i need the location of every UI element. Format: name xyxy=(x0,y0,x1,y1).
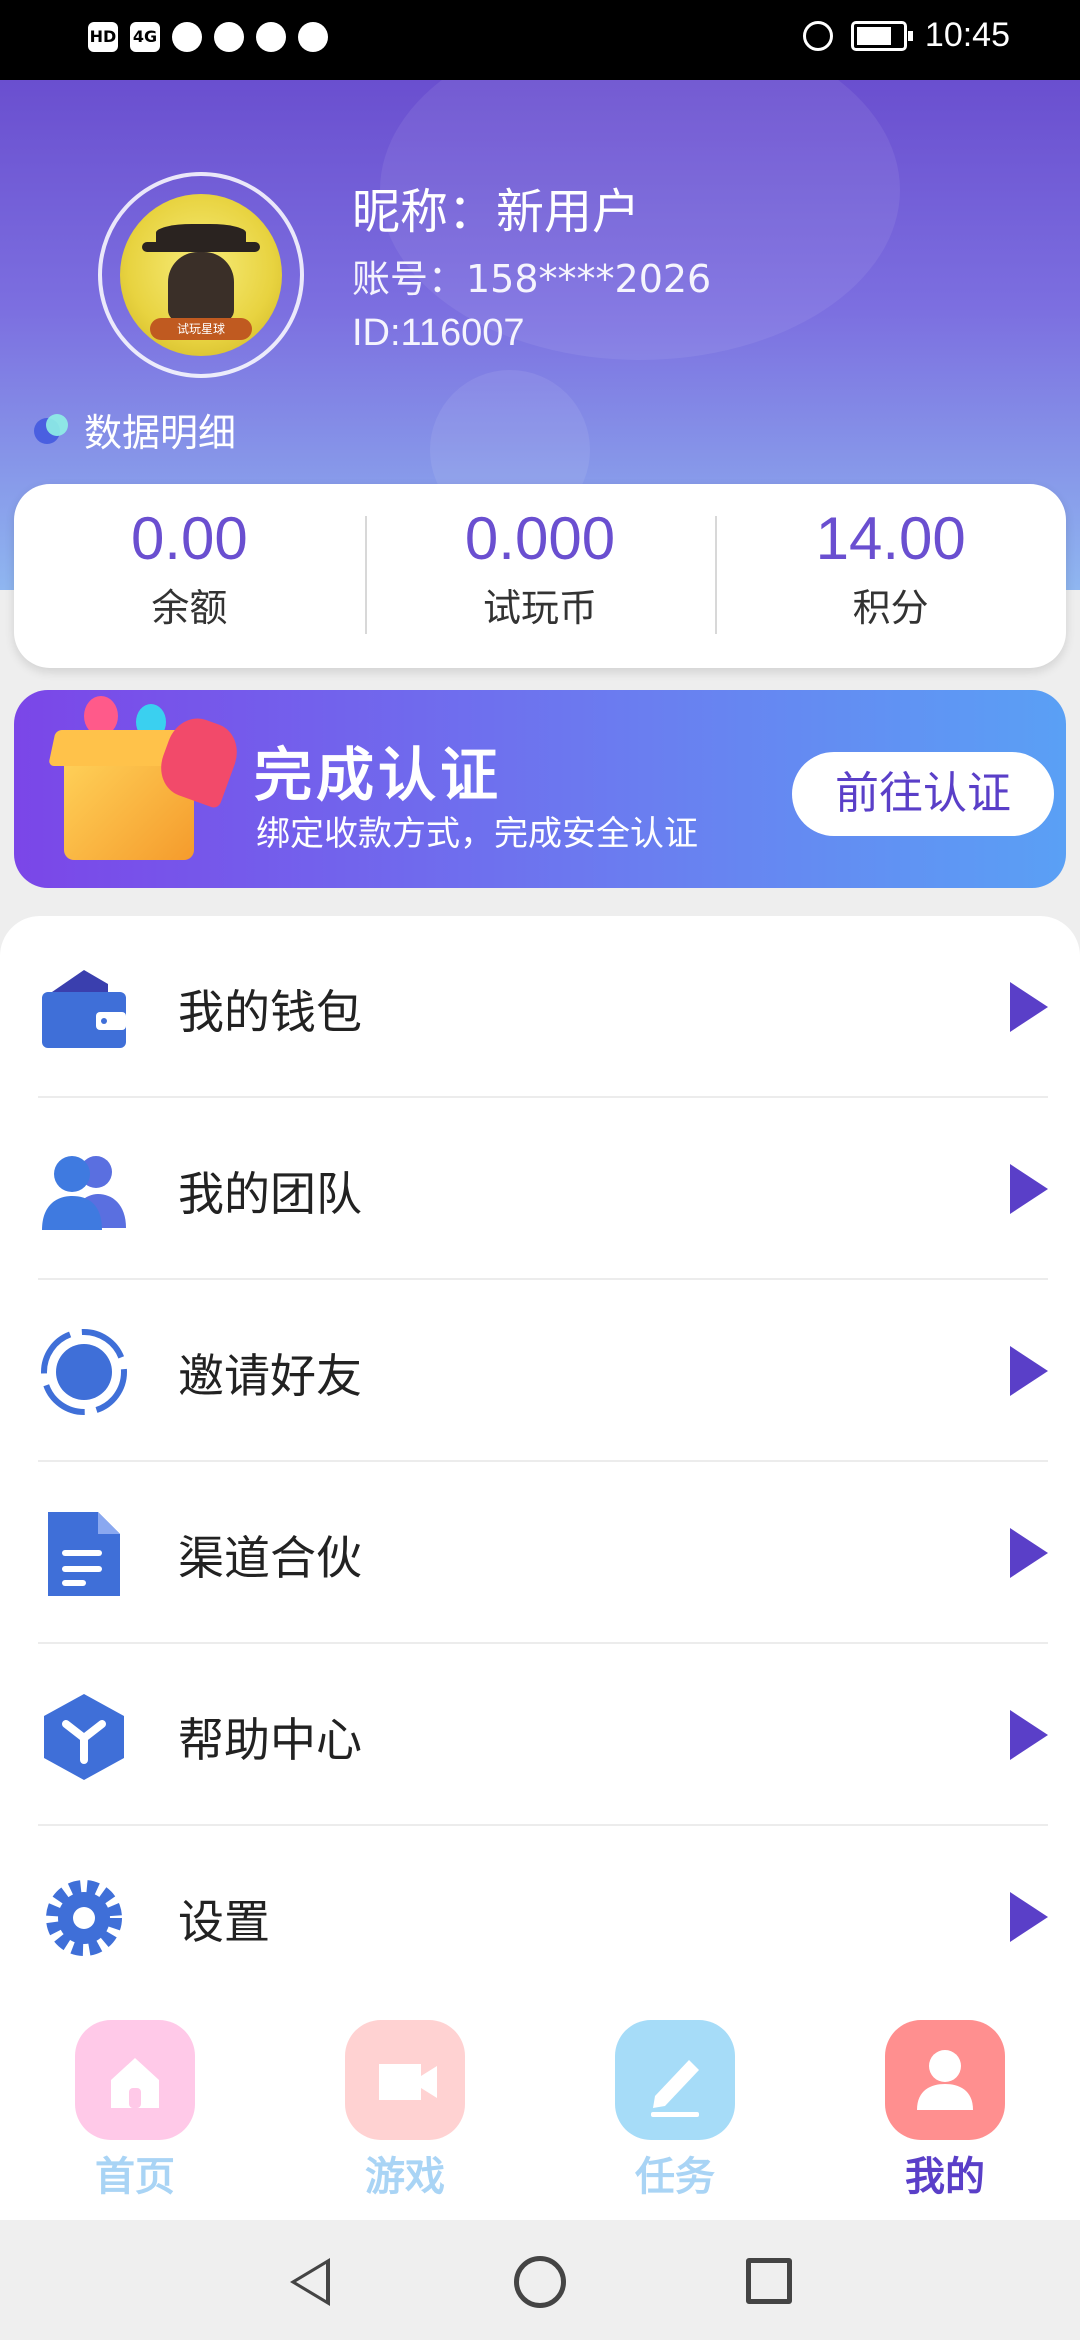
document-icon xyxy=(48,1512,120,1596)
data-detail-link[interactable]: 数据明细 xyxy=(30,402,236,457)
tab-label: 首页 xyxy=(95,2154,175,2200)
qq-icon xyxy=(214,22,244,52)
tab-label: 游戏 xyxy=(365,2154,445,2200)
menu-label: 邀请好友 xyxy=(178,1349,362,1403)
menu-list: 我的钱包 我的团队 邀请好友 渠道合伙 帮助中心 设置 xyxy=(0,916,1080,2006)
chevron-right-icon xyxy=(1010,1710,1048,1760)
home-circle-icon[interactable] xyxy=(514,2256,566,2308)
avatar-logo-text: 试玩星球 xyxy=(150,318,252,340)
chevron-right-icon xyxy=(1010,1346,1048,1396)
message-icon xyxy=(298,22,328,52)
gear-icon xyxy=(46,1880,122,1956)
menu-label: 帮助中心 xyxy=(178,1713,362,1767)
banner-title: 完成认证 xyxy=(254,741,503,809)
menu-item-help-center[interactable]: 帮助中心 xyxy=(0,1644,1080,1826)
wifi-icon xyxy=(172,22,202,52)
stat-points[interactable]: 14.00 积分 xyxy=(715,484,1066,668)
menu-item-invite[interactable]: 邀请好友 xyxy=(0,1280,1080,1462)
game-icon xyxy=(345,2020,465,2140)
stat-label: 积分 xyxy=(852,586,929,630)
user-account: 账号：158****2026 xyxy=(352,257,712,301)
stat-balance[interactable]: 0.00 余额 xyxy=(14,484,365,668)
tab-mine[interactable]: 我的 xyxy=(855,2020,1035,2202)
tab-games[interactable]: 游戏 xyxy=(315,2020,495,2202)
banner-subtitle: 绑定收款方式，完成安全认证 xyxy=(256,814,698,854)
menu-label: 渠道合伙 xyxy=(178,1531,362,1585)
status-time: 10:45 xyxy=(924,16,1010,54)
tab-tasks[interactable]: 任务 xyxy=(585,2020,765,2202)
help-cube-icon xyxy=(44,1694,124,1780)
invite-icon xyxy=(41,1329,127,1415)
avatar-image: 试玩星球 xyxy=(120,194,282,356)
go-verify-button[interactable]: 前往认证 xyxy=(792,752,1054,836)
menu-item-settings[interactable]: 设置 xyxy=(0,1826,1080,2008)
chevron-right-icon xyxy=(1010,1892,1048,1942)
data-detail-icon xyxy=(30,412,70,448)
status-left-icons: HD 4G xyxy=(88,22,328,52)
data-detail-label: 数据明细 xyxy=(84,411,237,455)
system-navigation-bar xyxy=(0,2220,1080,2340)
bottom-navigation: 首页 游戏 任务 我的 xyxy=(0,2004,1080,2220)
avatar[interactable]: 试玩星球 xyxy=(98,172,304,378)
menu-item-team[interactable]: 我的团队 xyxy=(0,1098,1080,1280)
chevron-right-icon xyxy=(1010,1528,1048,1578)
status-right-icons: 10:45 xyxy=(802,16,1010,55)
battery-icon xyxy=(850,20,913,51)
menu-item-wallet[interactable]: 我的钱包 xyxy=(0,916,1080,1098)
home-icon xyxy=(75,2020,195,2140)
recent-apps-icon[interactable] xyxy=(746,2258,792,2304)
chevron-right-icon xyxy=(1010,1164,1048,1214)
signal-icon: 4G xyxy=(130,22,160,52)
menu-label: 我的钱包 xyxy=(178,985,362,1039)
stat-value: 14.00 xyxy=(815,505,966,572)
user-icon xyxy=(885,2020,1005,2140)
stats-card: 0.00 余额 0.000 试玩币 14.00 积分 xyxy=(14,484,1066,668)
tab-home[interactable]: 首页 xyxy=(45,2020,225,2202)
stat-coins[interactable]: 0.000 试玩币 xyxy=(364,484,716,668)
menu-label: 设置 xyxy=(178,1895,270,1949)
stat-label: 余额 xyxy=(151,586,228,630)
status-bar: HD 4G 10:45 xyxy=(0,0,1080,80)
task-icon xyxy=(615,2020,735,2140)
user-id: ID:116007 xyxy=(352,312,525,354)
wallet-icon xyxy=(42,970,126,1048)
user-nickname: 昵称：新用户 xyxy=(352,184,641,240)
verification-banner[interactable]: 完成认证 绑定收款方式，完成安全认证 前往认证 xyxy=(14,690,1066,888)
tab-label: 任务 xyxy=(635,2154,715,2200)
stat-label: 试玩币 xyxy=(483,586,598,630)
menu-label: 我的团队 xyxy=(178,1167,362,1221)
menu-item-channel-partner[interactable]: 渠道合伙 xyxy=(0,1462,1080,1644)
team-icon xyxy=(42,1156,126,1230)
stat-value: 0.00 xyxy=(130,505,248,572)
tab-label: 我的 xyxy=(905,2154,985,2200)
wechat-icon xyxy=(256,22,286,52)
hd-icon: HD xyxy=(88,22,118,52)
alarm-icon xyxy=(802,20,833,51)
stat-value: 0.000 xyxy=(464,505,616,572)
chevron-right-icon xyxy=(1010,982,1048,1032)
